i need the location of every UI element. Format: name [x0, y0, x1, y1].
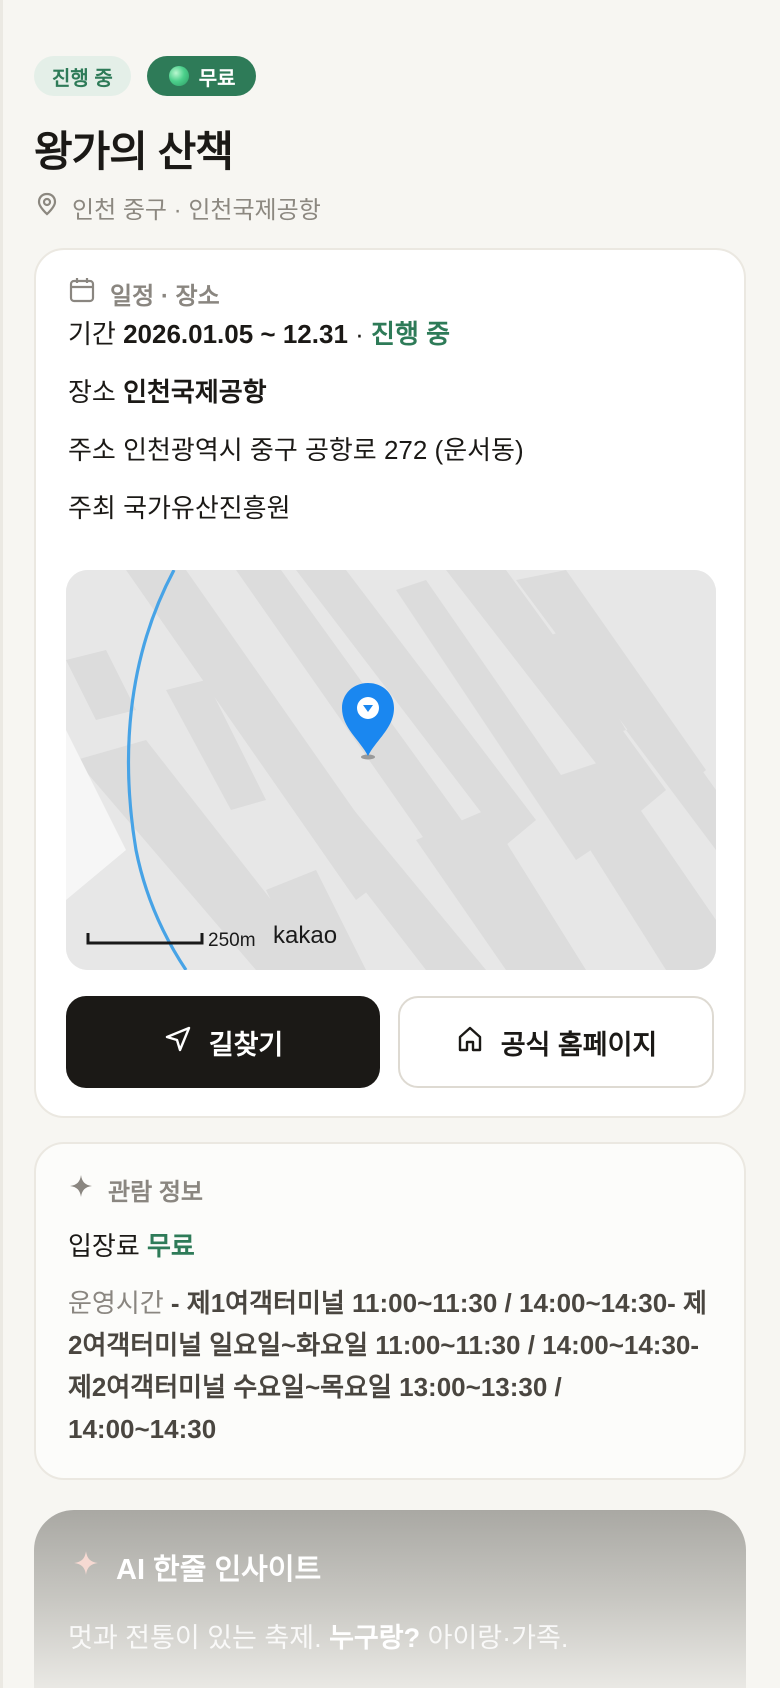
fee-label: 입장료 — [68, 1231, 140, 1261]
viewing-info-card: 관람 정보 입장료 무료 운영시간 - 제1여객터미널 11:00~11:30 … — [34, 1142, 746, 1480]
address-value: 인천광역시 중구 공항로 272 (운서동) — [123, 435, 524, 465]
address-label: 주소 — [68, 435, 116, 465]
status-badge-label: 진행 중 — [52, 67, 113, 90]
hours-label: 운영시간 — [68, 1288, 164, 1318]
location-text: 인천 중구 · 인천국제공항 — [72, 197, 321, 224]
location-line: 인천 중구 · 인천국제공항 — [36, 190, 321, 225]
badge-row: 진행 중 무료 — [34, 56, 256, 96]
map-pin-icon — [36, 192, 58, 223]
page-title: 왕가의 산책 — [34, 128, 234, 175]
free-badge: 무료 — [146, 56, 256, 96]
schedule-heading: 일정 · 장소 — [68, 276, 220, 311]
kakao-logo: kakao — [273, 922, 338, 949]
sparkle-icon — [68, 1173, 94, 1206]
viewing-heading: 관람 정보 — [68, 1172, 203, 1207]
address-row: 주소 인천광역시 중구 공항로 272 (운서동) — [68, 430, 524, 467]
directions-label: 길찾기 — [208, 1029, 284, 1060]
homepage-button[interactable]: 공식 홈페이지 — [398, 996, 714, 1088]
period-label: 기간 — [68, 319, 116, 349]
ai-insight-card[interactable]: AI 한줄 인사이트 멋과 전통이 있는 축제. 누구랑? 아이랑·가족. — [34, 1510, 746, 1688]
schedule-heading-label: 일정 · 장소 — [110, 283, 220, 310]
map-view[interactable]: 250m kakao — [66, 570, 716, 970]
navigation-arrow-icon — [163, 1024, 193, 1061]
frame-edge — [0, 0, 3, 1688]
ai-insight-text: 멋과 전통이 있는 축제. 누구랑? 아이랑·가족. — [68, 1616, 568, 1655]
venue-label: 장소 — [68, 377, 116, 407]
host-row: 주최 국가유산진흥원 — [68, 488, 291, 525]
fee-value: 무료 — [147, 1231, 195, 1261]
map-scale-label: 250m — [208, 930, 256, 951]
period-row: 기간 2026.01.05 ~ 12.31 · 진행 중 — [68, 314, 450, 351]
fee-row: 입장료 무료 — [68, 1226, 195, 1263]
host-value: 국가유산진흥원 — [123, 493, 291, 523]
homepage-label: 공식 홈페이지 — [500, 1029, 658, 1060]
venue-row: 장소 인천국제공항 — [68, 372, 267, 409]
calendar-icon — [68, 276, 96, 311]
ai-text-c: 아이랑·가족. — [427, 1623, 569, 1653]
ai-text-a: 멋과 전통이 있는 축제. — [68, 1623, 322, 1653]
free-badge-label: 무료 — [198, 67, 236, 90]
schedule-card: 일정 · 장소 기간 2026.01.05 ~ 12.31 · 진행 중 장소 … — [34, 248, 746, 1118]
green-dot-icon — [168, 66, 189, 86]
hours-block: 운영시간 - 제1여객터미널 11:00~11:30 / 14:00~14:30… — [68, 1282, 708, 1450]
directions-button[interactable]: 길찾기 — [66, 996, 380, 1088]
status-badge: 진행 중 — [34, 56, 131, 96]
period-separator: · — [355, 319, 364, 349]
venue-value: 인천국제공항 — [123, 377, 267, 407]
sparkle-icon — [72, 1549, 100, 1585]
home-icon — [455, 1024, 485, 1061]
map-canvas — [66, 570, 716, 970]
ai-heading: AI 한줄 인사이트 — [72, 1546, 321, 1588]
hours-value: - 제1여객터미널 11:00~11:30 / 14:00~14:30- 제2여… — [68, 1288, 707, 1444]
ai-heading-label: AI 한줄 인사이트 — [116, 1554, 322, 1586]
period-value: 2026.01.05 ~ 12.31 — [123, 319, 348, 349]
period-status: 진행 중 — [371, 319, 451, 349]
ai-text-b: 누구랑? — [329, 1623, 421, 1653]
host-label: 주최 — [68, 493, 116, 523]
viewing-heading-label: 관람 정보 — [108, 1179, 203, 1206]
